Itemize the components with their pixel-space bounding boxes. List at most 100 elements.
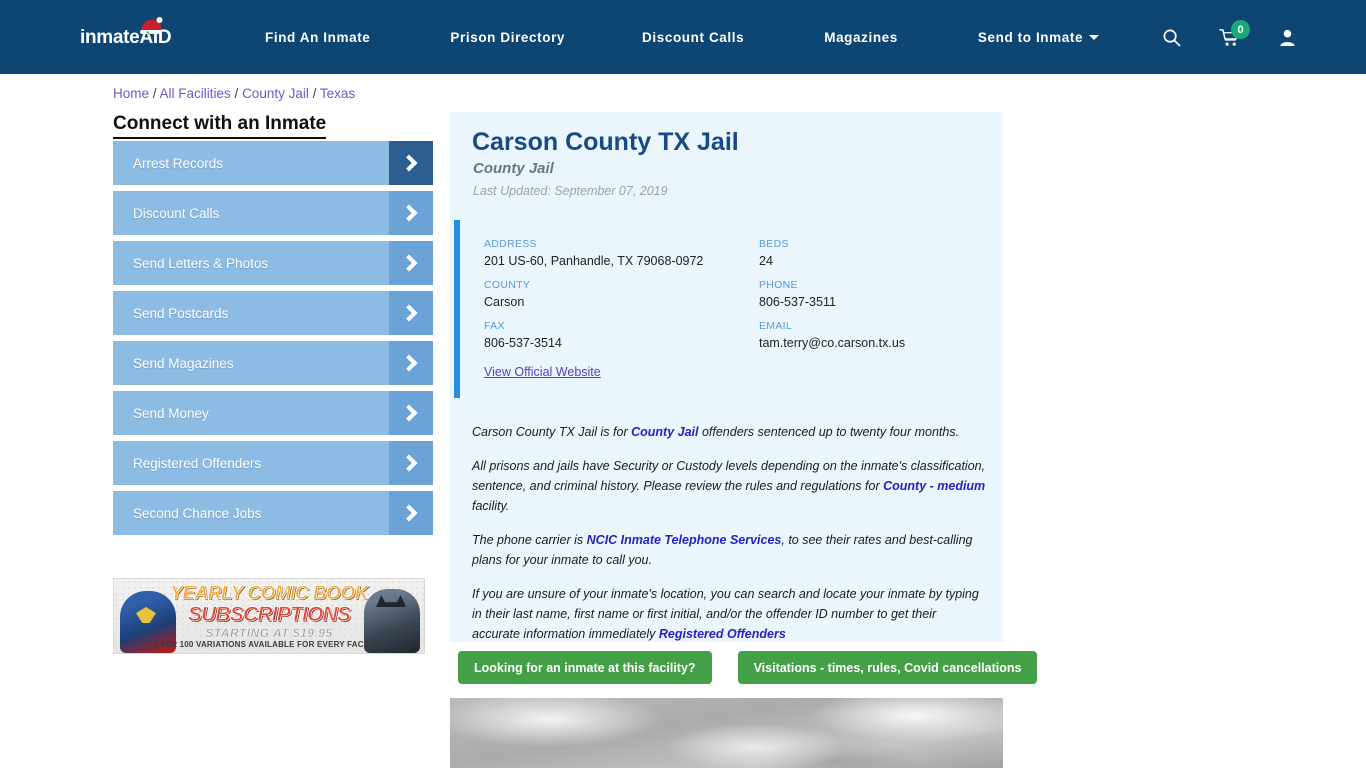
nav-item-discount-calls[interactable]: Discount Calls	[642, 30, 744, 45]
chevron-down-icon	[1089, 34, 1100, 40]
description-paragraph-4: If you are unsure of your inmate's locat…	[472, 584, 987, 644]
cart-count-badge: 0	[1231, 20, 1250, 39]
site-logo[interactable]: inmateAID	[80, 17, 185, 54]
sidebar-item-label: Arrest Records	[133, 155, 224, 171]
field-value: 24	[759, 254, 773, 268]
search-button[interactable]	[1154, 20, 1188, 54]
sidebar-item-label: Discount Calls	[133, 205, 220, 221]
sidebar-item-label: Second Chance Jobs	[133, 505, 262, 521]
field-value: 201 US-60, Panhandle, TX 79068-0972	[484, 254, 704, 268]
view-official-website-link[interactable]: View Official Website	[484, 365, 601, 379]
logo-text: inmateAID	[80, 22, 185, 54]
breadcrumb-item-home[interactable]: Home	[113, 86, 149, 101]
ad-headline-line1: YEARLY COMIC BOOK	[170, 583, 369, 605]
breadcrumb: Home / All Facilities / County Jail / Te…	[113, 86, 355, 101]
breadcrumb-item-all-facilities[interactable]: All Facilities	[160, 86, 231, 101]
facility-description: Carson County TX Jail is for County Jail…	[472, 422, 987, 658]
field-label: EMAIL	[759, 320, 793, 332]
description-paragraph-1: Carson County TX Jail is for County Jail…	[472, 422, 987, 442]
facility-field-county: COUNTY Carson	[484, 279, 759, 320]
nav-item-prison-directory[interactable]: Prison Directory	[450, 30, 565, 45]
sidebar-item-second-chance-jobs[interactable]: Second Chance Jobs	[113, 491, 433, 535]
main-nav-links: Find An Inmate Prison Directory Discount…	[265, 0, 1100, 74]
facility-details-block: ADDRESS 201 US-60, Panhandle, TX 79068-0…	[454, 220, 1003, 398]
chevron-right-icon	[389, 191, 433, 235]
sidebar-item-label: Send Magazines	[133, 355, 234, 371]
facility-title: Carson County TX Jail	[472, 128, 739, 156]
breadcrumb-separator: /	[230, 86, 243, 101]
field-value: Carson	[484, 295, 525, 309]
breadcrumb-separator: /	[149, 86, 160, 101]
facility-photo	[450, 698, 1003, 768]
desc-p4-link[interactable]: Registered Offenders	[659, 627, 786, 641]
santa-hat-icon	[140, 17, 163, 35]
account-button[interactable]	[1270, 20, 1304, 54]
facility-details-grid: ADDRESS 201 US-60, Panhandle, TX 79068-0…	[484, 238, 994, 361]
field-label: ADDRESS	[484, 238, 537, 250]
facility-type: County Jail	[473, 160, 554, 177]
sidebar-item-label: Registered Offenders	[133, 455, 262, 471]
chevron-right-icon	[389, 141, 433, 185]
desc-p1-link[interactable]: County Jail	[631, 425, 698, 439]
facility-last-updated: Last Updated: September 07, 2019	[473, 184, 668, 198]
desc-p1-text-a: Carson County TX Jail is for	[472, 425, 632, 439]
user-icon	[1279, 29, 1295, 46]
chevron-right-icon	[389, 291, 433, 335]
field-label: PHONE	[759, 279, 798, 291]
chevron-right-icon	[389, 391, 433, 435]
sidebar-item-send-magazines[interactable]: Send Magazines	[113, 341, 433, 385]
logo-primary-text: inmate	[80, 27, 140, 48]
chevron-right-icon	[389, 341, 433, 385]
nav-item-magazines[interactable]: Magazines	[824, 30, 898, 45]
facility-info-panel: Carson County TX Jail County Jail Last U…	[450, 112, 1003, 642]
breadcrumb-separator: /	[308, 86, 320, 101]
breadcrumb-item-texas[interactable]: Texas	[320, 86, 355, 101]
desc-p2-link[interactable]: County - medium	[883, 479, 985, 493]
description-paragraph-2: All prisons and jails have Security or C…	[472, 456, 987, 516]
facility-field-beds: BEDS 24	[759, 238, 994, 279]
page-title: Connect with an Inmate	[113, 113, 327, 139]
field-label: COUNTY	[484, 279, 531, 291]
chevron-right-icon	[389, 491, 433, 535]
sidebar-item-send-letters-photos[interactable]: Send Letters & Photos	[113, 241, 433, 285]
ad-price-text: STARTING AT $19.95	[205, 626, 333, 640]
sidebar-item-send-money[interactable]: Send Money	[113, 391, 433, 435]
sidebar-item-label: Send Letters & Photos	[133, 255, 269, 271]
search-icon	[1163, 29, 1180, 46]
facility-field-phone: PHONE 806-537-3511	[759, 279, 994, 320]
facility-field-email: EMAIL tam.terry@co.carson.tx.us	[759, 320, 994, 361]
nav-item-find-an-inmate[interactable]: Find An Inmate	[265, 30, 370, 45]
chevron-right-icon	[389, 241, 433, 285]
sidebar-item-label: Send Money	[133, 405, 209, 421]
sidebar-menu: Arrest Records Discount Calls Send Lette…	[113, 141, 433, 541]
desc-p2-text-b: facility.	[472, 499, 510, 513]
nav-item-send-to-inmate[interactable]: Send to Inmate	[977, 29, 1100, 45]
find-inmate-button[interactable]: Looking for an inmate at this facility?	[458, 651, 712, 684]
facility-field-fax: FAX 806-537-3514	[484, 320, 759, 361]
sidebar-item-label: Send Postcards	[133, 305, 229, 321]
ad-headline-line2: SUBSCRIPTIONS	[187, 603, 351, 627]
field-label: FAX	[484, 320, 505, 332]
desc-p1-text-b: offenders sentenced up to twenty four mo…	[698, 425, 960, 439]
field-value: tam.terry@co.carson.tx.us	[759, 336, 906, 350]
sidebar-item-registered-offenders[interactable]: Registered Offenders	[113, 441, 433, 485]
top-navigation-bar: inmateAID Find An Inmate Prison Director…	[0, 0, 1366, 74]
action-buttons-row: Looking for an inmate at this facility? …	[458, 651, 1038, 684]
desc-p3-link[interactable]: NCIC Inmate Telephone Services	[587, 533, 782, 547]
cart-button[interactable]: 0	[1212, 20, 1250, 54]
breadcrumb-item-county-jail[interactable]: County Jail	[242, 86, 309, 101]
nav-utility-icons: 0	[1130, 0, 1304, 74]
chevron-right-icon	[389, 441, 433, 485]
sidebar-item-discount-calls[interactable]: Discount Calls	[113, 191, 433, 235]
field-value: 806-537-3511	[759, 295, 836, 309]
sidebar-item-send-postcards[interactable]: Send Postcards	[113, 291, 433, 335]
visitation-info-button[interactable]: Visitations - times, rules, Covid cancel…	[737, 651, 1038, 684]
description-paragraph-3: The phone carrier is NCIC Inmate Telepho…	[472, 530, 987, 570]
field-value: 806-537-3514	[484, 336, 562, 350]
ad-subtext: OVER 100 VARIATIONS AVAILABLE FOR EVERY …	[153, 640, 385, 649]
comic-book-ad-banner[interactable]: YEARLY COMIC BOOK SUBSCRIPTIONS STARTING…	[113, 578, 425, 654]
sidebar-item-arrest-records[interactable]: Arrest Records	[113, 141, 433, 185]
field-label: BEDS	[759, 238, 789, 250]
nav-item-send-to-inmate-label: Send to Inmate	[977, 29, 1084, 45]
facility-field-address: ADDRESS 201 US-60, Panhandle, TX 79068-0…	[484, 238, 759, 279]
